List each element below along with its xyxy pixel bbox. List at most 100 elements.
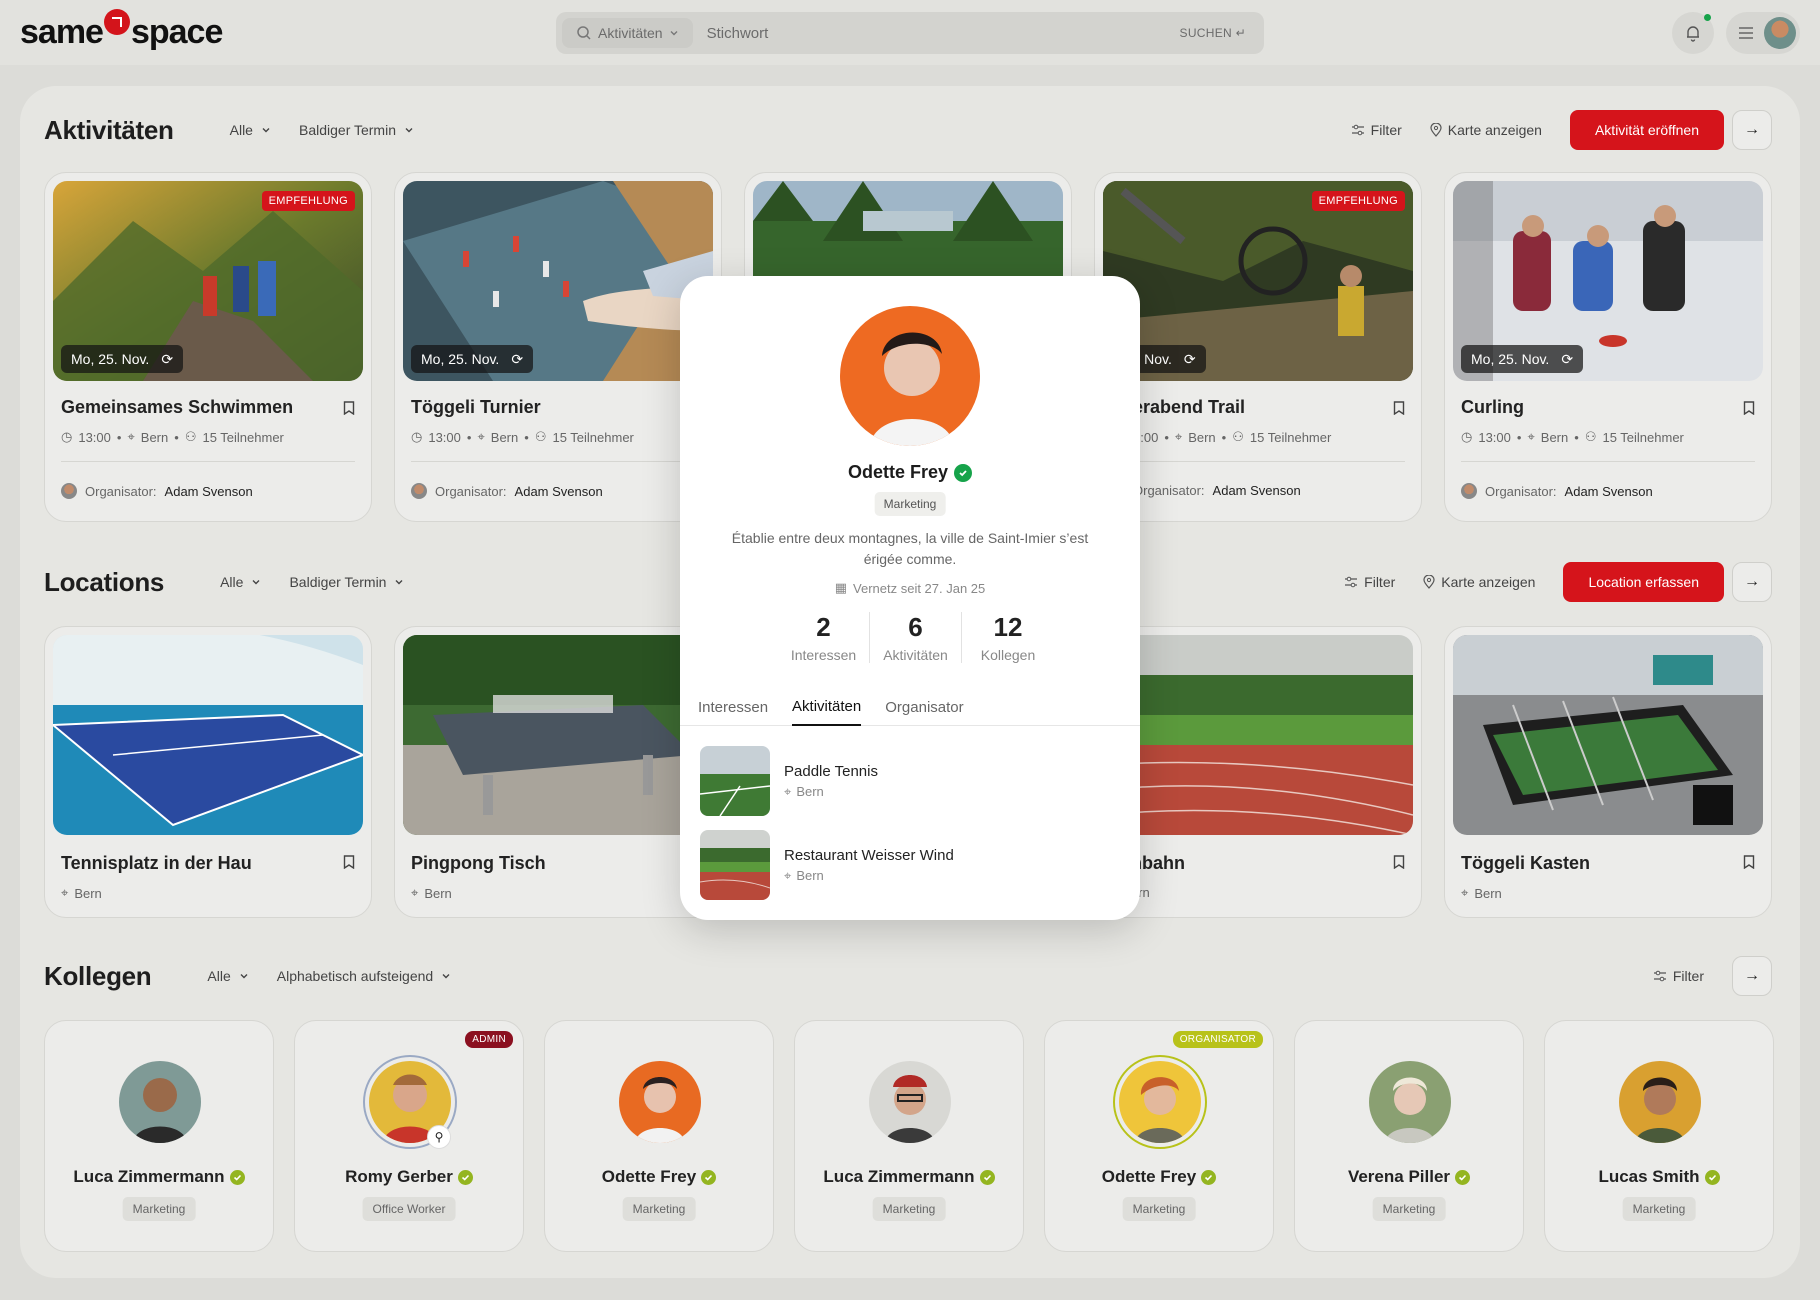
organizer-badge: ORGANISATOR <box>1172 1031 1263 1048</box>
bookmark-button[interactable] <box>343 855 355 869</box>
activity-thumbnail <box>700 830 770 900</box>
activity-card[interactable]: Mo, 25. Nov. ⟳ Töggeli Turnier ◷ 13:00 • ⌖ B… <box>394 172 722 522</box>
colleague-card[interactable]: Luca Zimmermann Marketing <box>44 1020 274 1252</box>
dropdown-label: Alle <box>207 968 231 984</box>
people-icon: ⚇ <box>1232 429 1244 444</box>
activity-card[interactable]: EMPFEHLUNG Mo, 25. Nov. ⟳ Gemeinsames Sch… <box>44 172 372 522</box>
profile-activity-item[interactable]: Restaurant Weisser Wind ⌖ Bern <box>700 830 1120 900</box>
search-input[interactable]: Stichwort <box>693 25 1180 42</box>
brand-logo[interactable]: same space <box>20 9 223 52</box>
verified-icon <box>1704 1169 1720 1185</box>
location-card[interactable]: Töggeli Kasten ⌖ Bern <box>1444 626 1772 918</box>
colleague-card[interactable]: Odette Frey Marketing <box>544 1020 774 1252</box>
location-card[interactable]: nbahn ern <box>1094 626 1422 918</box>
colleagues-more-button[interactable]: → <box>1732 956 1772 996</box>
locations-filter-button[interactable]: Filter <box>1344 574 1395 590</box>
colleagues-sort-dropdown[interactable]: Alphabetisch aufsteigend <box>277 968 451 984</box>
colleague-card[interactable]: ADMIN ⚲ Romy Gerber Office Worker <box>294 1020 524 1252</box>
search-submit-button[interactable]: SUCHEN ↵ <box>1180 26 1264 40</box>
filter-label: Filter <box>1672 968 1704 984</box>
chevron-down-icon <box>405 128 413 133</box>
chevron-down-icon <box>262 128 270 133</box>
colleague-name: Luca Zimmermann <box>823 1167 975 1186</box>
organizer-name: Adam Svenson <box>514 483 603 499</box>
locations-more-button[interactable]: → <box>1732 562 1772 602</box>
clock-icon: ◷ <box>61 429 73 444</box>
chevron-down-icon <box>670 31 678 36</box>
colleague-card[interactable]: Luca Zimmermann Marketing <box>794 1020 1024 1252</box>
locations-map-button[interactable]: Karte anzeigen <box>1423 574 1535 590</box>
activity-title: Gemeinsames Schwimmen <box>61 397 294 417</box>
locations-sort-dropdown[interactable]: Baldiger Termin <box>289 574 404 590</box>
colleague-role: Marketing <box>1122 1197 1196 1221</box>
date-pill: Mo, 25. Nov. ⟳ <box>411 345 534 373</box>
admin-user-icon: ⚲ <box>427 1125 451 1149</box>
location-image <box>53 635 363 835</box>
bookmark-button[interactable] <box>1743 855 1755 869</box>
tab-organizer[interactable]: Organisator <box>885 688 963 726</box>
activities-map-button[interactable]: Karte anzeigen <box>1430 122 1542 138</box>
date-label: Mo, 25. Nov. <box>421 351 500 367</box>
organizer: Organisator: Adam Svenson <box>61 483 253 499</box>
colleague-card[interactable]: Lucas Smith Marketing <box>1544 1020 1774 1252</box>
map-pin-icon: ⌖ <box>784 783 792 799</box>
colleague-name: Odette Frey <box>601 1167 697 1186</box>
clock-icon: ◷ <box>411 429 423 444</box>
location-image <box>1453 635 1763 835</box>
search-type-select[interactable]: Aktivitäten <box>562 18 693 48</box>
activity-meta: ◷ 13:00 • ⌖ Bern • ⚇ 15 Teilnehmer <box>61 429 284 445</box>
activities-sort-dropdown[interactable]: Baldiger Termin <box>299 122 414 138</box>
colleague-avatar <box>619 1061 701 1143</box>
activity-meta: ◷ 13:00 • ⌖ Bern • ⚇ 15 Teilnehmer <box>1461 429 1684 445</box>
brand-text-part1: same <box>20 12 104 51</box>
separator-dot: • <box>466 429 472 445</box>
dropdown-label: Alle <box>220 574 244 590</box>
sliders-icon <box>1345 576 1358 588</box>
bookmark-icon <box>343 401 355 415</box>
bookmark-button[interactable] <box>1393 401 1405 415</box>
tab-interests[interactable]: Interessen <box>698 688 768 726</box>
map-pin-icon: ⌖ <box>61 885 69 900</box>
create-activity-button[interactable]: Aktivität eröffnen <box>1569 110 1724 150</box>
create-location-button[interactable]: Location erfassen <box>1563 562 1724 602</box>
bookmark-button[interactable] <box>1393 855 1405 869</box>
bookmark-button[interactable] <box>343 401 355 415</box>
organizer-prefix: Organisator: <box>85 483 157 499</box>
place-label: Bern <box>74 885 102 901</box>
separator-dot: • <box>1574 429 1579 445</box>
time-label: 13:00 <box>428 429 461 445</box>
activities-more-button[interactable]: → <box>1732 110 1772 150</box>
tab-activities[interactable]: Aktivitäten <box>792 688 862 726</box>
colleagues-filter-dropdown[interactable]: Alle <box>207 968 248 984</box>
stat-value: 6 <box>908 612 923 642</box>
organizer-name: Adam Svenson <box>1564 483 1653 499</box>
recurring-icon: ⟳ <box>1561 350 1574 367</box>
location-card[interactable]: Pingpong Tisch ⌖ Bern <box>394 626 722 918</box>
verified-icon <box>229 1169 245 1185</box>
locations-filter-dropdown[interactable]: Alle <box>220 574 261 590</box>
activity-card[interactable]: Mo, 25. Nov. ⟳ Curling ◷ 13:00 • ⌖ Bern • ⚇ 15… <box>1444 172 1772 522</box>
activities-filter-button[interactable]: Filter <box>1351 122 1402 138</box>
bookmark-icon <box>1743 401 1755 415</box>
bookmark-button[interactable] <box>1743 401 1755 415</box>
colleague-card[interactable]: ORGANISATOR Odette Frey Marketing <box>1044 1020 1274 1252</box>
brand-dot-icon <box>103 9 130 35</box>
chevron-down-icon <box>395 580 403 585</box>
colleague-avatar <box>1369 1061 1451 1143</box>
colleagues-header: Kollegen Alle Alphabetisch aufsteigend F… <box>44 956 1772 996</box>
colleague-card[interactable]: Verena Piller Marketing <box>1294 1020 1524 1252</box>
profile-activity-item[interactable]: Paddle Tennis ⌖ Bern <box>700 746 1120 816</box>
map-label: Karte anzeigen <box>1447 122 1542 138</box>
location-card[interactable]: Tennisplatz in der Hau ⌖ Bern <box>44 626 372 918</box>
map-pin-icon: ⌖ <box>411 885 419 900</box>
colleague-name-row: Romy Gerber <box>295 1167 523 1187</box>
profile-popover: Odette Frey Marketing Établie entre deux… <box>680 276 1140 920</box>
activities-filter-dropdown[interactable]: Alle <box>230 122 271 138</box>
notifications-button[interactable] <box>1672 12 1714 54</box>
profile-name: Odette Frey <box>847 462 949 482</box>
activity-card[interactable]: EMPFEHLUNG , 25. Nov. ⟳ erabend Trail 3:0… <box>1094 172 1422 522</box>
stat-value: 2 <box>816 612 831 642</box>
user-menu-button[interactable] <box>1726 12 1800 54</box>
people-icon: ⚇ <box>534 429 547 444</box>
colleagues-filter-button[interactable]: Filter <box>1653 968 1704 984</box>
